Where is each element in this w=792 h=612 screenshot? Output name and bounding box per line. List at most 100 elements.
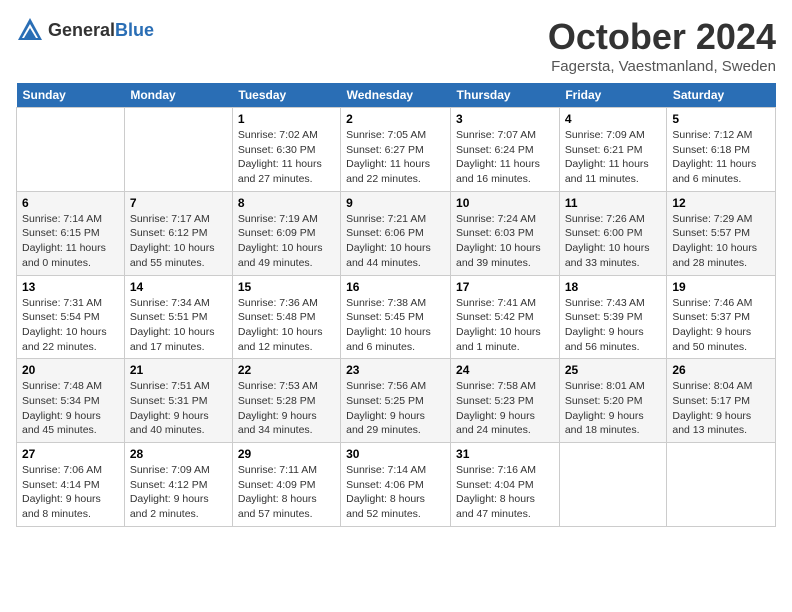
calendar-cell: 20 Sunrise: 7:48 AM Sunset: 5:34 PM Dayli… bbox=[17, 359, 125, 443]
day-info: Sunrise: 7:24 AM Sunset: 6:03 PM Dayligh… bbox=[456, 212, 554, 271]
calendar-cell: 11Sunrise: 7:26 AM Sunset: 6:00 PM Dayli… bbox=[559, 191, 667, 275]
day-info: Sunrise: 7:14 AM Sunset: 6:15 PM Dayligh… bbox=[22, 212, 119, 271]
day-info: Sunrise: 7:12 AM Sunset: 6:18 PM Dayligh… bbox=[672, 128, 770, 187]
calendar-cell bbox=[559, 443, 667, 527]
calendar-cell: 18Sunrise: 7:43 AM Sunset: 5:39 PM Dayli… bbox=[559, 275, 667, 359]
day-number: 9 bbox=[346, 196, 445, 210]
calendar-cell: 2Sunrise: 7:05 AM Sunset: 6:27 PM Daylig… bbox=[341, 108, 451, 192]
day-number: 2 bbox=[346, 112, 445, 126]
calendar-cell: 9 Sunrise: 7:21 AM Sunset: 6:06 PM Daylig… bbox=[341, 191, 451, 275]
calendar-cell: 24 Sunrise: 7:58 AM Sunset: 5:23 PM Dayli… bbox=[451, 359, 560, 443]
location-title: Fagersta, Vaestmanland, Sweden bbox=[548, 58, 776, 75]
calendar-cell: 30 Sunrise: 7:14 AM Sunset: 4:06 PM Dayli… bbox=[341, 443, 451, 527]
day-info: Sunrise: 7:19 AM Sunset: 6:09 PM Dayligh… bbox=[238, 212, 335, 271]
week-row-1: 1Sunrise: 7:02 AM Sunset: 6:30 PM Daylig… bbox=[17, 108, 776, 192]
day-number: 24 bbox=[456, 363, 554, 377]
calendar-cell: 25 Sunrise: 8:01 AM Sunset: 5:20 PM Dayli… bbox=[559, 359, 667, 443]
day-info: Sunrise: 7:31 AM Sunset: 5:54 PM Dayligh… bbox=[22, 296, 119, 355]
calendar-cell: 22 Sunrise: 7:53 AM Sunset: 5:28 PM Dayli… bbox=[232, 359, 340, 443]
day-number: 20 bbox=[22, 363, 119, 377]
day-info: Sunrise: 7:38 AM Sunset: 5:45 PM Dayligh… bbox=[346, 296, 445, 355]
day-info: Sunrise: 7:34 AM Sunset: 5:51 PM Dayligh… bbox=[130, 296, 227, 355]
calendar-header-row: SundayMondayTuesdayWednesdayThursdayFrid… bbox=[17, 83, 776, 108]
day-info: Sunrise: 7:43 AM Sunset: 5:39 PM Dayligh… bbox=[565, 296, 662, 355]
day-info: Sunrise: 7:36 AM Sunset: 5:48 PM Dayligh… bbox=[238, 296, 335, 355]
calendar-cell: 28 Sunrise: 7:09 AM Sunset: 4:12 PM Dayli… bbox=[124, 443, 232, 527]
day-number: 6 bbox=[22, 196, 119, 210]
day-number: 11 bbox=[565, 196, 662, 210]
day-info: Sunrise: 8:01 AM Sunset: 5:20 PM Dayligh… bbox=[565, 379, 662, 438]
day-number: 3 bbox=[456, 112, 554, 126]
column-header-wednesday: Wednesday bbox=[341, 83, 451, 108]
day-number: 8 bbox=[238, 196, 335, 210]
day-number: 14 bbox=[130, 280, 227, 294]
calendar-cell: 4 Sunrise: 7:09 AM Sunset: 6:21 PM Daylig… bbox=[559, 108, 667, 192]
calendar-cell: 19Sunrise: 7:46 AM Sunset: 5:37 PM Dayli… bbox=[667, 275, 776, 359]
day-number: 31 bbox=[456, 447, 554, 461]
day-number: 19 bbox=[672, 280, 770, 294]
week-row-2: 6 Sunrise: 7:14 AM Sunset: 6:15 PM Daylig… bbox=[17, 191, 776, 275]
calendar-body: 1Sunrise: 7:02 AM Sunset: 6:30 PM Daylig… bbox=[17, 108, 776, 527]
logo-general-text: General bbox=[48, 20, 115, 40]
day-info: Sunrise: 7:02 AM Sunset: 6:30 PM Dayligh… bbox=[238, 128, 335, 187]
calendar-cell: 13Sunrise: 7:31 AM Sunset: 5:54 PM Dayli… bbox=[17, 275, 125, 359]
calendar-cell: 12 Sunrise: 7:29 AM Sunset: 5:57 PM Dayli… bbox=[667, 191, 776, 275]
week-row-3: 13Sunrise: 7:31 AM Sunset: 5:54 PM Dayli… bbox=[17, 275, 776, 359]
day-number: 30 bbox=[346, 447, 445, 461]
logo-icon bbox=[16, 16, 44, 44]
day-number: 17 bbox=[456, 280, 554, 294]
calendar-cell: 5 Sunrise: 7:12 AM Sunset: 6:18 PM Daylig… bbox=[667, 108, 776, 192]
day-number: 21 bbox=[130, 363, 227, 377]
day-info: Sunrise: 7:53 AM Sunset: 5:28 PM Dayligh… bbox=[238, 379, 335, 438]
calendar-cell: 26 Sunrise: 8:04 AM Sunset: 5:17 PM Dayli… bbox=[667, 359, 776, 443]
day-number: 16 bbox=[346, 280, 445, 294]
day-info: Sunrise: 7:09 AM Sunset: 4:12 PM Dayligh… bbox=[130, 463, 227, 522]
day-info: Sunrise: 7:56 AM Sunset: 5:25 PM Dayligh… bbox=[346, 379, 445, 438]
day-number: 7 bbox=[130, 196, 227, 210]
day-number: 25 bbox=[565, 363, 662, 377]
day-number: 15 bbox=[238, 280, 335, 294]
column-header-thursday: Thursday bbox=[451, 83, 560, 108]
day-number: 22 bbox=[238, 363, 335, 377]
day-info: Sunrise: 7:29 AM Sunset: 5:57 PM Dayligh… bbox=[672, 212, 770, 271]
day-number: 5 bbox=[672, 112, 770, 126]
calendar-cell: 7Sunrise: 7:17 AM Sunset: 6:12 PM Daylig… bbox=[124, 191, 232, 275]
column-header-sunday: Sunday bbox=[17, 83, 125, 108]
calendar-cell bbox=[17, 108, 125, 192]
day-info: Sunrise: 7:11 AM Sunset: 4:09 PM Dayligh… bbox=[238, 463, 335, 522]
day-number: 26 bbox=[672, 363, 770, 377]
calendar-cell: 23Sunrise: 7:56 AM Sunset: 5:25 PM Dayli… bbox=[341, 359, 451, 443]
week-row-4: 20 Sunrise: 7:48 AM Sunset: 5:34 PM Dayli… bbox=[17, 359, 776, 443]
page-header: GeneralBlue October 2024 Fagersta, Vaest… bbox=[16, 16, 776, 75]
day-number: 4 bbox=[565, 112, 662, 126]
week-row-5: 27Sunrise: 7:06 AM Sunset: 4:14 PM Dayli… bbox=[17, 443, 776, 527]
calendar-cell: 3 Sunrise: 7:07 AM Sunset: 6:24 PM Daylig… bbox=[451, 108, 560, 192]
day-number: 10 bbox=[456, 196, 554, 210]
calendar-cell: 17 Sunrise: 7:41 AM Sunset: 5:42 PM Dayli… bbox=[451, 275, 560, 359]
day-info: Sunrise: 7:48 AM Sunset: 5:34 PM Dayligh… bbox=[22, 379, 119, 438]
calendar-cell: 14 Sunrise: 7:34 AM Sunset: 5:51 PM Dayli… bbox=[124, 275, 232, 359]
calendar-cell: 31 Sunrise: 7:16 AM Sunset: 4:04 PM Dayli… bbox=[451, 443, 560, 527]
calendar-cell: 8 Sunrise: 7:19 AM Sunset: 6:09 PM Daylig… bbox=[232, 191, 340, 275]
day-number: 12 bbox=[672, 196, 770, 210]
day-info: Sunrise: 7:14 AM Sunset: 4:06 PM Dayligh… bbox=[346, 463, 445, 522]
title-block: October 2024 Fagersta, Vaestmanland, Swe… bbox=[548, 16, 776, 75]
column-header-friday: Friday bbox=[559, 83, 667, 108]
day-info: Sunrise: 7:21 AM Sunset: 6:06 PM Dayligh… bbox=[346, 212, 445, 271]
month-title: October 2024 bbox=[548, 16, 776, 58]
logo: GeneralBlue bbox=[16, 16, 154, 44]
day-info: Sunrise: 7:07 AM Sunset: 6:24 PM Dayligh… bbox=[456, 128, 554, 187]
day-number: 27 bbox=[22, 447, 119, 461]
column-header-monday: Monday bbox=[124, 83, 232, 108]
calendar-cell: 1Sunrise: 7:02 AM Sunset: 6:30 PM Daylig… bbox=[232, 108, 340, 192]
day-number: 28 bbox=[130, 447, 227, 461]
day-info: Sunrise: 7:51 AM Sunset: 5:31 PM Dayligh… bbox=[130, 379, 227, 438]
day-info: Sunrise: 8:04 AM Sunset: 5:17 PM Dayligh… bbox=[672, 379, 770, 438]
day-info: Sunrise: 7:16 AM Sunset: 4:04 PM Dayligh… bbox=[456, 463, 554, 522]
calendar-cell: 21 Sunrise: 7:51 AM Sunset: 5:31 PM Dayli… bbox=[124, 359, 232, 443]
day-info: Sunrise: 7:58 AM Sunset: 5:23 PM Dayligh… bbox=[456, 379, 554, 438]
day-info: Sunrise: 7:09 AM Sunset: 6:21 PM Dayligh… bbox=[565, 128, 662, 187]
column-header-saturday: Saturday bbox=[667, 83, 776, 108]
day-info: Sunrise: 7:41 AM Sunset: 5:42 PM Dayligh… bbox=[456, 296, 554, 355]
calendar-cell: 27Sunrise: 7:06 AM Sunset: 4:14 PM Dayli… bbox=[17, 443, 125, 527]
